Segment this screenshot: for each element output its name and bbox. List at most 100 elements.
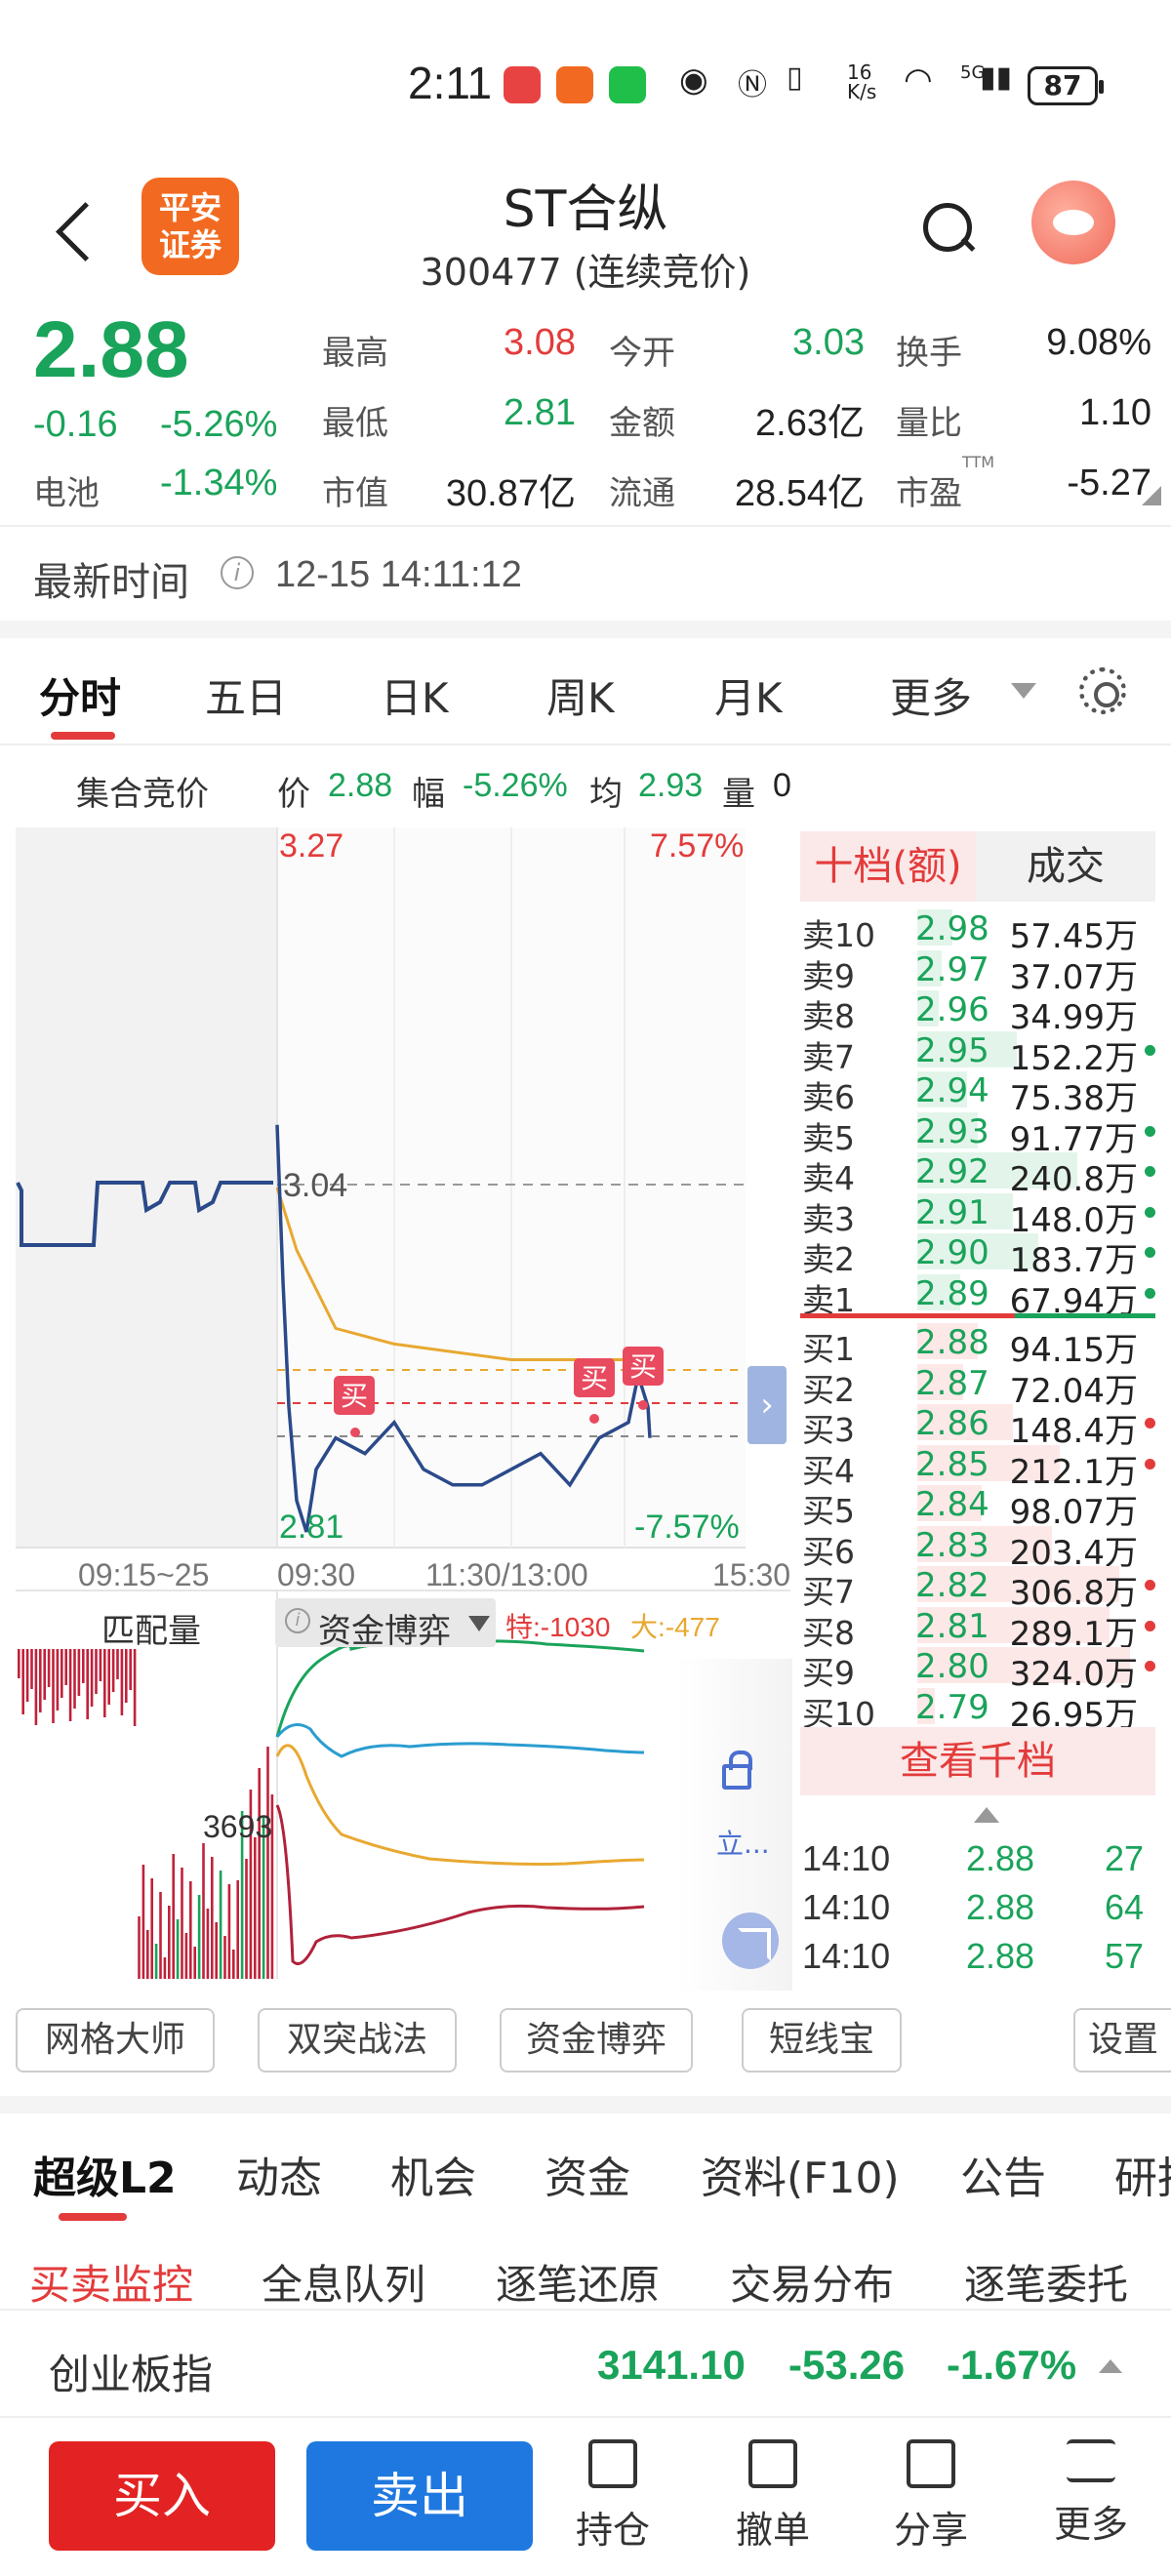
level-price: 2.87	[915, 1363, 989, 1403]
tab-news[interactable]: 动态	[236, 2143, 322, 2205]
ask-row[interactable]: 卖8 2.96 34.99万	[800, 988, 1155, 1037]
tab-weekly-k[interactable]: 周K	[546, 665, 615, 725]
tick-time: 14:10	[802, 1936, 891, 1976]
bid-row[interactable]: 买1 2.88 94.15万	[800, 1321, 1155, 1370]
tool-grid-master[interactable]: 网格大师	[16, 2008, 215, 2073]
tab-more[interactable]: 更多	[890, 665, 972, 725]
bid-row[interactable]: 买6 2.83 203.4万	[800, 1524, 1155, 1573]
subtab-distribution[interactable]: 交易分布	[730, 2252, 894, 2312]
auction-area	[16, 827, 277, 1548]
bid-row[interactable]: 买7 2.82 306.8万	[800, 1564, 1155, 1613]
ask-row[interactable]: 卖6 2.94 75.38万	[800, 1069, 1155, 1118]
ask-row[interactable]: 卖10 2.98 57.45万	[800, 907, 1155, 956]
match-volume-bar	[189, 1881, 192, 1979]
tab-five-day[interactable]: 五日	[205, 665, 287, 725]
bid-row[interactable]: 买3 2.86 148.4万	[800, 1402, 1155, 1451]
tab-funds[interactable]: 资金	[545, 2143, 630, 2205]
tab-opportunity[interactable]: 机会	[390, 2143, 476, 2205]
gear-icon[interactable]	[1079, 667, 1126, 714]
search-icon[interactable]	[923, 203, 974, 254]
cancel-order-button[interactable]: 撤单	[714, 2439, 831, 2554]
share-button[interactable]: 分享	[872, 2439, 989, 2554]
match-volume-bar	[197, 1895, 201, 1979]
tab-research[interactable]: 研报	[1114, 2143, 1171, 2205]
subtab-order-detail[interactable]: 逐笔委托	[964, 2252, 1128, 2312]
sell-button[interactable]: 卖出	[306, 2441, 533, 2551]
match-volume-bar	[39, 1649, 42, 1712]
ask-row[interactable]: 卖1 2.89 67.94万	[800, 1272, 1155, 1321]
tab-monthly-k[interactable]: 月K	[714, 665, 783, 725]
ask-row[interactable]: 卖7 2.95 152.2万	[800, 1029, 1155, 1078]
unlock-label[interactable]: 立...	[716, 1823, 770, 1862]
ask-row[interactable]: 卖5 2.93 91.77万	[800, 1110, 1155, 1159]
document-icon	[588, 2439, 637, 2488]
index-change-pct: -1.67%	[947, 2342, 1077, 2388]
bid-ask-divider	[1015, 1313, 1155, 1318]
tab-announcements[interactable]: 公告	[960, 2143, 1046, 2205]
settings-button[interactable]: 设置	[1073, 2008, 1171, 2073]
bid-row[interactable]: 买2 2.87 72.04万	[800, 1362, 1155, 1411]
chevron-up-icon[interactable]	[1099, 2359, 1122, 2373]
match-volume-bar	[146, 1930, 149, 1979]
medium-fund-line	[275, 1723, 645, 1758]
back-button[interactable]	[51, 195, 100, 263]
ask-row[interactable]: 卖9 2.97 37.07万	[800, 948, 1155, 997]
low-label: 最低	[322, 404, 388, 443]
subtab-queue[interactable]: 全息队列	[262, 2252, 425, 2312]
ask-row[interactable]: 卖3 2.91 148.0万	[800, 1191, 1155, 1240]
bid-row[interactable]: 买4 2.85 212.1万	[800, 1443, 1155, 1492]
buy-marker-text: 买	[581, 1362, 608, 1394]
match-volume-bar	[172, 1854, 175, 1979]
bid-row[interactable]: 买10 2.79 26.95万	[800, 1686, 1155, 1735]
y-bottom-pct: -7.57%	[634, 1509, 740, 1546]
broker-logo: 平安 证券	[141, 178, 239, 275]
match-volume-bar	[150, 1878, 153, 1979]
indicator-selector[interactable]: i 资金博弈	[275, 1598, 496, 1651]
avatar[interactable]	[1031, 181, 1115, 264]
chevron-down-icon[interactable]	[1011, 683, 1036, 699]
tab-daily-k[interactable]: 日K	[381, 665, 449, 725]
tool-fund-game[interactable]: 资金博弈	[500, 2008, 693, 2073]
tab-ten-levels[interactable]: 十档(额)	[800, 831, 976, 902]
info-icon[interactable]: i	[221, 556, 254, 589]
bid-row[interactable]: 买9 2.80 324.0万	[800, 1645, 1155, 1694]
buy-marker-dot	[638, 1400, 648, 1410]
buy-button[interactable]: 买入	[49, 2441, 275, 2551]
more-button[interactable]: 更多	[1032, 2439, 1150, 2548]
bid-row[interactable]: 买5 2.84 98.07万	[800, 1483, 1155, 1532]
match-volume-bar	[168, 1906, 171, 1979]
match-volume-label: 匹配量	[101, 1612, 201, 1651]
tab-trades[interactable]: 成交	[976, 831, 1155, 902]
tab-super-l2[interactable]: 超级L2	[33, 2143, 177, 2205]
tool-short-line[interactable]: 短线宝	[742, 2008, 902, 2073]
summary-range: -5.26%	[463, 767, 568, 804]
expand-corner-icon[interactable]	[1142, 486, 1161, 505]
index-name: 创业板指	[49, 2351, 214, 2398]
level-price: 2.94	[915, 1071, 989, 1110]
fullscreen-icon[interactable]	[722, 1912, 779, 1969]
level-price: 2.92	[915, 1152, 989, 1191]
index-ticker[interactable]: 创业板指 3141.10 -53.26 -1.67%	[0, 2309, 1171, 2418]
active-tab-indicator	[51, 732, 115, 740]
chevron-up-icon[interactable]	[974, 1807, 999, 1823]
lock-icon[interactable]	[722, 1751, 752, 1790]
tool-double-breakout[interactable]: 双突战法	[258, 2008, 457, 2073]
subtab-order-monitor[interactable]: 买卖监控	[29, 2252, 193, 2312]
chevron-right-icon[interactable]: ›	[747, 1366, 787, 1444]
ask-row[interactable]: 卖2 2.90 183.7万	[800, 1231, 1155, 1280]
tab-intraday[interactable]: 分时	[39, 665, 121, 725]
match-volume-bar	[181, 1868, 183, 1979]
level-price: 2.86	[915, 1404, 989, 1443]
info-icon[interactable]: i	[285, 1608, 310, 1633]
bid-row[interactable]: 买8 2.81 289.1万	[800, 1605, 1155, 1654]
match-volume-bar	[154, 1944, 158, 1979]
match-volume-bar	[111, 1649, 115, 1692]
match-volume-bar	[90, 1649, 94, 1707]
level-price: 2.88	[915, 1323, 989, 1362]
subtab-tick-restore[interactable]: 逐笔还原	[496, 2252, 660, 2312]
positions-button[interactable]: 持仓	[554, 2439, 671, 2554]
ask-row[interactable]: 卖4 2.92 240.8万	[800, 1150, 1155, 1199]
summary-avg: 2.93	[638, 767, 704, 804]
tab-profile[interactable]: 资料(F10)	[701, 2143, 900, 2205]
view-depth-button[interactable]: 查看千档	[800, 1727, 1155, 1795]
